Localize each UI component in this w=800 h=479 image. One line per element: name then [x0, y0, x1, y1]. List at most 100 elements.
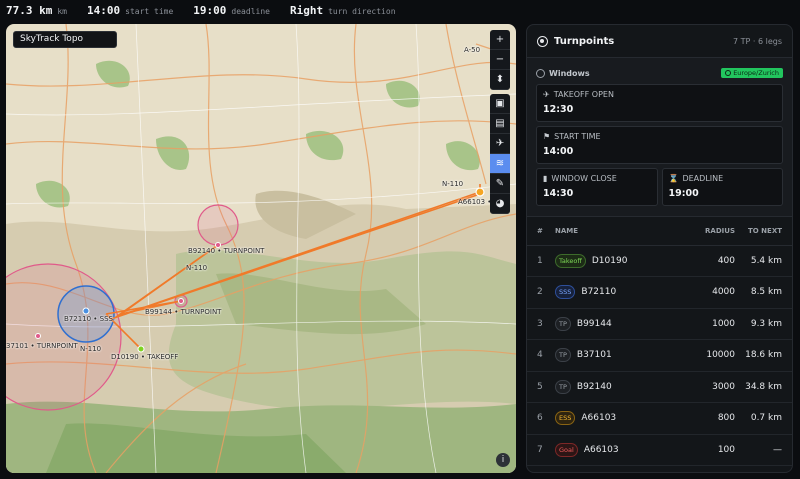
ess-marker[interactable]: [475, 187, 485, 197]
stat-value: 14:00: [87, 3, 121, 17]
clock-icon: [725, 70, 732, 76]
panel-title: Turnpoints: [554, 35, 615, 47]
stat-label: deadline: [231, 6, 270, 16]
col-radius: RADIUS: [673, 217, 735, 246]
zoom-in-button[interactable]: +: [490, 30, 510, 50]
road-label: A-50: [464, 46, 481, 54]
zoom-out-button[interactable]: −: [490, 50, 510, 70]
window-close-label: WINDOW CLOSE: [551, 174, 617, 183]
sss-marker[interactable]: [82, 307, 90, 315]
col-num: #: [527, 217, 555, 246]
flag-icon: ⚑: [543, 132, 551, 141]
row-num: 3: [527, 308, 555, 340]
stat-distance: 77.3 km km: [6, 4, 67, 17]
takeoff-icon: ✈: [543, 90, 550, 99]
row-radius: 400: [673, 245, 735, 277]
attribution-info-button[interactable]: i: [496, 453, 510, 467]
tp-name: A66103: [581, 413, 617, 424]
palette-icon: ◕: [495, 198, 505, 209]
measure-button[interactable]: ✎: [490, 174, 510, 194]
wind-icon: ≋: [495, 158, 505, 169]
reset-north-button[interactable]: ⬍: [490, 70, 510, 90]
road-label: N-110: [442, 180, 464, 188]
tp-name: B99144: [576, 318, 612, 329]
row-num: 7: [527, 434, 555, 466]
start-time-label: START TIME: [554, 132, 601, 141]
map-layer-selector[interactable]: SkyTrack Topo: [13, 31, 117, 48]
stat-start-time: 14:00 start time: [87, 4, 173, 17]
tp-name: B92140: [576, 381, 612, 392]
deadline-value: 19:00: [668, 188, 699, 199]
stat-deadline: 19:00 deadline: [193, 4, 270, 17]
table-header-row: # NAME RADIUS TO NEXT: [527, 217, 792, 246]
flight-mode-button[interactable]: ✈: [490, 134, 510, 154]
row-to-next: 5.4 km: [735, 245, 792, 277]
windows-header: Windows Europe/Zurich: [536, 66, 783, 80]
ruler-icon: ✎: [495, 178, 505, 189]
style-button[interactable]: ◕: [490, 194, 510, 214]
col-name: NAME: [555, 217, 673, 246]
tp-name: B72110: [581, 287, 617, 298]
3d-view-button[interactable]: ▣: [490, 94, 510, 114]
turnpoint-marker-b37101[interactable]: [35, 333, 41, 339]
takeoff-open-label: TAKEOFF OPEN: [553, 90, 614, 99]
table-row[interactable]: 2 SSS B72110 4000 8.5 km: [527, 276, 792, 309]
wind-layer-button[interactable]: ≋: [490, 154, 510, 174]
panel-header: Turnpoints 7 TP · 6 legs: [527, 25, 792, 58]
panel-meta: 7 TP · 6 legs: [733, 36, 782, 46]
tp-label-b37101: 37101 • TURNPOINT: [6, 342, 78, 350]
stat-value: 19:00: [193, 3, 227, 17]
road-label: N-110: [80, 345, 102, 353]
row-num: 2: [527, 276, 555, 309]
row-radius: 4000: [673, 276, 735, 309]
row-radius: 800: [673, 402, 735, 435]
table-row[interactable]: 6 ESS A66103 800 0.7 km: [527, 402, 792, 435]
takeoff-open-value: 12:30: [543, 104, 574, 115]
row-to-next: 34.8 km: [735, 371, 792, 403]
tp-name: D10190: [591, 255, 628, 266]
row-to-next: 0.7 km: [735, 402, 792, 435]
compass-icon: ⬍: [495, 74, 505, 85]
task-stats-bar: 77.3 km km 14:00 start time 19:00 deadline …: [0, 0, 800, 20]
table-row[interactable]: 5 TP B92140 3000 34.8 km: [527, 371, 792, 403]
table-row[interactable]: 3 TP B99144 1000 9.3 km: [527, 308, 792, 340]
tp-name: A66103: [583, 444, 619, 455]
timezone-label: Europe/Zurich: [733, 69, 779, 77]
type-badge: ESS: [555, 411, 576, 426]
stat-label: km: [57, 6, 67, 16]
target-icon: [537, 35, 548, 47]
minus-icon: −: [495, 54, 505, 65]
stat-value: 77.3 km: [6, 3, 53, 17]
tp-label-b99144: B99144 • TURNPOINT: [145, 308, 222, 316]
table-row[interactable]: 4 TP B37101 10000 18.6 km: [527, 339, 792, 372]
type-badge: Goal: [555, 442, 578, 457]
row-num: 1: [527, 245, 555, 277]
type-badge: TP: [555, 316, 571, 331]
airspace-button[interactable]: ▤: [490, 114, 510, 134]
windows-heading: Windows: [549, 68, 590, 78]
table-row[interactable]: 7 Goal A66103 100 —: [527, 434, 792, 466]
takeoff-open-box: ✈ TAKEOFF OPEN 12:30: [536, 84, 783, 122]
info-icon: i: [501, 455, 505, 465]
stat-turn-direction: Right turn direction: [290, 4, 396, 17]
task-map[interactable]: A-50 N-110 N-110 N-110 A66103 • ESS B921…: [6, 24, 516, 473]
row-radius: 100: [673, 434, 735, 466]
row-to-next: 8.5 km: [735, 276, 792, 309]
clock-icon: [536, 68, 545, 78]
lock-icon: ▮: [543, 174, 548, 183]
row-radius: 3000: [673, 371, 735, 403]
type-badge: SSS: [555, 285, 576, 300]
takeoff-marker[interactable]: [137, 345, 145, 353]
row-to-next: —: [735, 434, 792, 466]
plus-icon: +: [495, 34, 505, 45]
row-num: 5: [527, 371, 555, 403]
turnpoint-marker-b99144[interactable]: [178, 298, 184, 304]
type-badge: TP: [555, 379, 571, 394]
table-row[interactable]: 1 Takeoff D10190 400 5.4 km: [527, 245, 792, 277]
row-to-next: 18.6 km: [735, 339, 792, 372]
row-radius: 1000: [673, 308, 735, 340]
stat-label: turn direction: [328, 6, 396, 16]
cube-icon: ▣: [495, 98, 505, 109]
row-num: 4: [527, 339, 555, 372]
road-label: N-110: [186, 264, 208, 272]
